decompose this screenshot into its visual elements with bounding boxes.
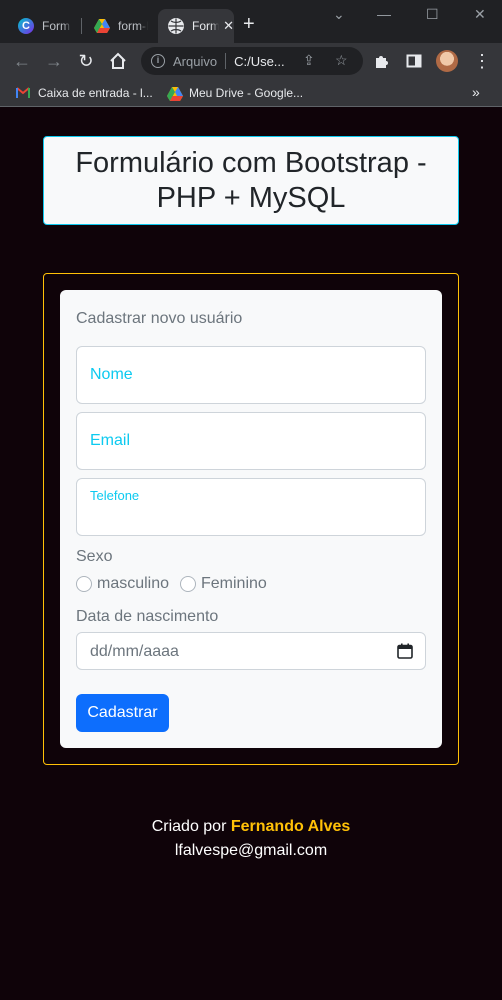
email-placeholder: Email [90, 432, 131, 449]
bookmarks-overflow-icon[interactable]: » [472, 84, 480, 100]
radio-label-feminino: Feminino [201, 575, 267, 592]
minimize-icon[interactable]: — [377, 6, 391, 22]
globe-icon [168, 18, 184, 34]
email-input[interactable]: Email [76, 412, 426, 470]
google-drive-icon [94, 18, 110, 34]
side-panel-icon[interactable] [403, 50, 425, 72]
omnibox-divider [225, 53, 227, 69]
canva-icon: C [18, 18, 34, 34]
page-title: Formulário com Bootstrap - PHP + MySQL [75, 146, 427, 214]
form-legend: Cadastrar novo usuário [76, 310, 243, 327]
form-card: Cadastrar novo usuário Nome Email Telefo… [60, 290, 442, 748]
tab-canva[interactable]: C Form B [8, 9, 80, 43]
tab-label: form-L [118, 19, 148, 33]
birth-date-value: dd/mm/aaaa [90, 643, 179, 660]
footer-email: lfalvespe@gmail.com [174, 842, 328, 859]
tab-label: Form [192, 19, 220, 33]
google-drive-icon [167, 87, 183, 101]
tab-separator [81, 18, 82, 34]
tab-google-drive[interactable]: form-L [84, 9, 156, 43]
sexo-label: Sexo [76, 548, 113, 565]
cadastrar-button[interactable]: Cadastrar [76, 694, 169, 732]
tab-search-icon[interactable]: ⌄ [333, 6, 345, 23]
nome-placeholder: Nome [90, 366, 133, 383]
browser-toolbar: ← → ↻ i Arquivo C:/Use... ⇪ ☆ ⋮ [0, 43, 502, 79]
footer-credit: Criado por Fernando Alves [0, 815, 502, 839]
footer-author: Fernando Alves [230, 818, 351, 835]
footer-created-by: Criado por [151, 818, 227, 835]
telefone-placeholder: Telefone [90, 488, 140, 503]
info-icon[interactable]: i [151, 54, 165, 68]
bookmark-star-icon[interactable]: ☆ [335, 52, 348, 69]
nome-input[interactable]: Nome [76, 346, 426, 404]
menu-kebab-icon[interactable]: ⋮ [471, 50, 493, 72]
gmail-icon [16, 87, 30, 99]
close-window-icon[interactable]: ✕ [474, 6, 486, 23]
maximize-icon[interactable]: ☐ [426, 6, 439, 23]
radio-masculino[interactable]: masculino [76, 575, 169, 593]
close-tab-icon[interactable]: ✕ [223, 18, 234, 34]
page-title-box: Formulário com Bootstrap - PHP + MySQL [43, 136, 459, 225]
radio-feminino[interactable]: Feminino [180, 575, 267, 593]
tab-label: Form B [42, 19, 72, 33]
back-icon[interactable]: ← [11, 50, 33, 72]
radio-label-masculino: masculino [97, 575, 170, 592]
bookmark-label: Caixa de entrada - l... [38, 86, 153, 100]
radio-circle[interactable] [76, 576, 92, 592]
browser-tab-bar: C Form B form-L Form ✕ + ⌄ — ☐ ✕ [0, 0, 502, 43]
bookmark-drive[interactable]: Meu Drive - Google... [167, 86, 304, 101]
birth-date-input[interactable]: dd/mm/aaaa [76, 632, 426, 670]
birth-date-label: Data de nascimento [76, 608, 219, 625]
radio-circle[interactable] [180, 576, 196, 592]
bookmarks-bar: Caixa de entrada - l... Meu Drive - Goog… [0, 79, 502, 107]
profile-avatar[interactable] [436, 50, 458, 72]
tab-form-active[interactable]: Form ✕ [158, 9, 234, 43]
extensions-puzzle-icon[interactable] [371, 50, 393, 72]
footer: Criado por Fernando Alves lfalvespe@gmai… [0, 815, 502, 863]
reload-icon[interactable]: ↻ [75, 50, 97, 72]
calendar-icon[interactable] [397, 643, 413, 659]
share-icon[interactable]: ⇪ [303, 52, 315, 69]
url-text: C:/Use... [234, 53, 285, 69]
new-tab-icon[interactable]: + [243, 14, 255, 34]
telefone-input[interactable]: Telefone [76, 478, 426, 536]
bookmark-gmail[interactable]: Caixa de entrada - l... [16, 86, 153, 100]
security-label: Arquivo [173, 53, 218, 69]
bookmark-label: Meu Drive - Google... [189, 86, 304, 100]
home-icon[interactable] [107, 50, 129, 72]
forward-icon[interactable]: → [43, 50, 65, 72]
address-bar[interactable]: i Arquivo C:/Use... ⇪ ☆ [141, 47, 363, 75]
